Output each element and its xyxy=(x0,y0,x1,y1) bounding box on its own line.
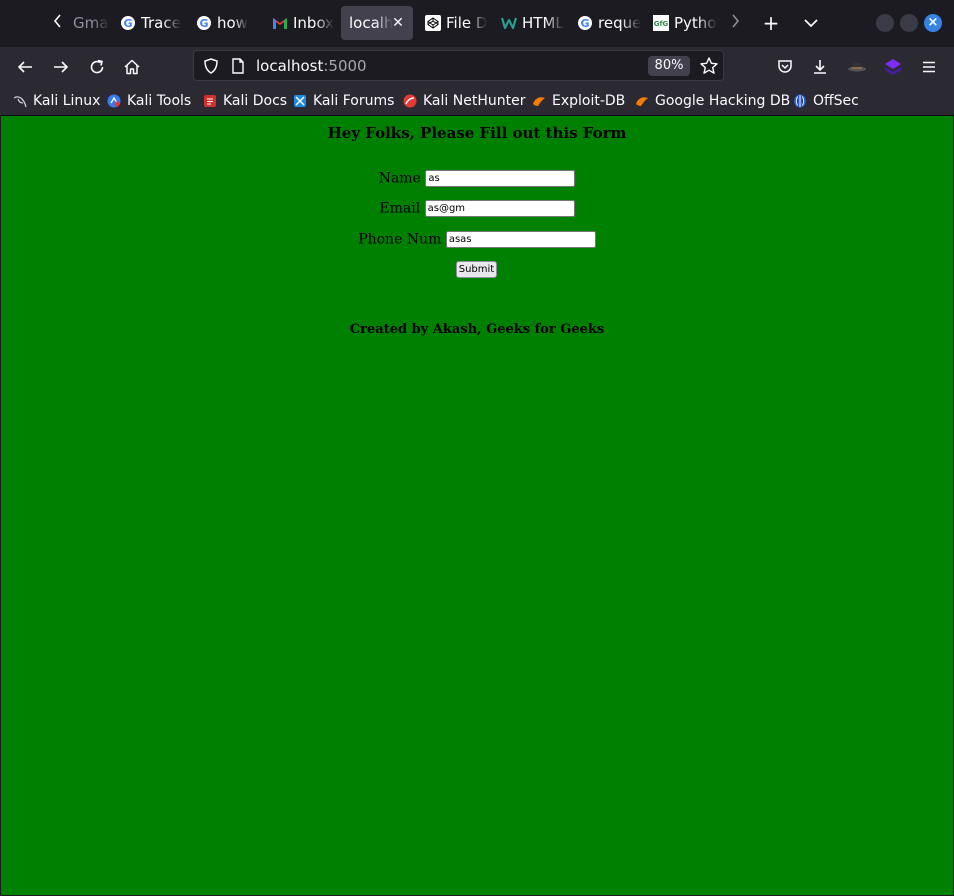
bookmark-star-icon[interactable] xyxy=(699,56,719,76)
minimize-button[interactable] xyxy=(876,14,894,32)
tab-title: Gmai xyxy=(73,14,110,32)
close-window-button[interactable]: × xyxy=(924,14,942,32)
page-info-icon[interactable] xyxy=(229,57,247,75)
phone-label: Phone Num xyxy=(358,231,442,248)
phone-input[interactable] xyxy=(445,231,596,248)
pocket-icon[interactable] xyxy=(773,55,797,79)
home-icon[interactable] xyxy=(120,55,144,79)
gfg-icon: GfG xyxy=(653,15,669,31)
tab-localhost[interactable]: localhost ✕ xyxy=(341,6,413,40)
extension-spy-icon[interactable] xyxy=(845,55,869,79)
forward-arrow-icon[interactable] xyxy=(49,55,73,79)
tab-python[interactable]: GfG Pytho xyxy=(645,6,717,40)
bookmark-kali-forums[interactable]: Kali Forums xyxy=(293,91,394,111)
bookmark-kali-tools[interactable]: Kali Tools xyxy=(107,91,191,111)
kali-tools-icon xyxy=(107,94,121,108)
phone-row: Phone Num xyxy=(1,231,953,248)
tab-title: Inbox xyxy=(293,14,334,32)
ghdb-icon xyxy=(635,94,649,108)
browser-window: Gmai G Trace G how Inbox localhost ✕ xyxy=(0,0,954,896)
tab-title: reque xyxy=(598,14,641,32)
tab-strip: Gmai G Trace G how Inbox localhost ✕ xyxy=(0,0,954,47)
email-label: Email xyxy=(379,200,421,217)
svg-text:G: G xyxy=(199,17,208,30)
maximize-button[interactable] xyxy=(900,14,918,32)
tab-how[interactable]: G how xyxy=(188,6,254,40)
bookmark-label: Kali Forums xyxy=(313,93,395,109)
tab-title: localhost xyxy=(349,14,393,32)
tracking-protection-shield-icon[interactable] xyxy=(202,57,220,75)
nethunter-icon xyxy=(403,94,417,108)
google-icon: G xyxy=(577,15,593,31)
kali-forums-icon xyxy=(293,94,307,108)
name-input[interactable] xyxy=(425,170,576,187)
new-tab-icon[interactable]: + xyxy=(760,12,782,34)
submit-button[interactable]: Submit xyxy=(456,261,497,278)
bookmark-kali-docs[interactable]: Kali Docs xyxy=(203,91,287,111)
kali-docs-icon xyxy=(203,94,217,108)
tab-html[interactable]: HTML xyxy=(493,6,565,40)
bookmark-offsec[interactable]: OffSec xyxy=(793,91,859,111)
bookmark-kali-linux[interactable]: Kali Linux xyxy=(13,91,100,111)
bookmark-label: Exploit-DB xyxy=(552,93,626,109)
bookmark-kali-nethunter[interactable]: Kali NetHunter xyxy=(403,91,525,111)
bookmark-label: Kali Docs xyxy=(223,93,288,109)
url-host: localhost xyxy=(256,57,324,75)
gmail-icon xyxy=(272,15,288,31)
tab-title: Pytho xyxy=(674,14,717,32)
name-label: Name xyxy=(378,170,421,187)
tab-gmail[interactable]: Gmai xyxy=(62,6,110,40)
codepen-icon xyxy=(425,15,441,31)
bookmark-label: Google Hacking DB xyxy=(655,93,791,109)
back-arrow-icon[interactable] xyxy=(13,55,37,79)
bookmarks-toolbar: Kali Linux Kali Tools Kali Docs Kali For… xyxy=(0,87,954,116)
email-input[interactable] xyxy=(424,200,575,217)
kali-icon xyxy=(13,94,27,108)
tab-request[interactable]: G reque xyxy=(569,6,641,40)
page-content: Hey Folks, Please Fill out this Form Nam… xyxy=(1,116,953,895)
tab-file[interactable]: File D xyxy=(417,6,489,40)
zoom-level-button[interactable]: 80% xyxy=(648,56,690,76)
bookmark-google-hacking-db[interactable]: Google Hacking DB xyxy=(635,91,790,111)
tab-title: HTML xyxy=(522,14,564,32)
svg-text:G: G xyxy=(580,17,589,30)
footer-credit: Created by Akash, Geeks for Geeks xyxy=(349,322,605,337)
address-bar[interactable]: localhost:5000 80% xyxy=(193,50,724,81)
list-all-tabs-icon[interactable] xyxy=(800,12,822,34)
extension-purple-icon[interactable] xyxy=(881,55,905,79)
google-icon: G xyxy=(196,15,212,31)
page-heading: Hey Folks, Please Fill out this Form xyxy=(327,124,627,142)
bookmark-label: OffSec xyxy=(813,93,859,109)
tab-title: File D xyxy=(446,14,488,32)
tab-scroll-right-icon[interactable] xyxy=(725,10,745,36)
exploitdb-icon xyxy=(532,94,546,108)
bookmark-label: Kali NetHunter xyxy=(423,93,526,109)
name-row: Name xyxy=(1,170,953,187)
hamburger-menu-icon[interactable] xyxy=(917,55,941,79)
bookmark-exploit-db[interactable]: Exploit-DB xyxy=(532,91,625,111)
google-icon: G xyxy=(120,15,136,31)
tab-blank-icon xyxy=(62,15,68,31)
email-row: Email xyxy=(1,200,953,217)
downloads-icon[interactable] xyxy=(808,55,832,79)
bookmark-label: Kali Tools xyxy=(127,93,192,109)
offsec-icon xyxy=(793,94,807,108)
url-port: :5000 xyxy=(323,57,367,75)
svg-text:GfG: GfG xyxy=(654,20,669,28)
tab-inbox[interactable]: Inbox xyxy=(264,6,334,40)
tab-trace[interactable]: G Trace xyxy=(112,6,182,40)
reload-icon[interactable] xyxy=(85,55,109,79)
tab-title: how xyxy=(217,14,248,32)
bookmark-label: Kali Linux xyxy=(33,93,101,109)
tab-title: Trace xyxy=(141,14,181,32)
close-tab-icon[interactable]: ✕ xyxy=(391,14,405,32)
url-text[interactable]: localhost:5000 xyxy=(256,56,367,76)
navigation-toolbar: localhost:5000 80% xyxy=(0,47,954,87)
w3-icon xyxy=(501,15,517,31)
svg-text:G: G xyxy=(123,17,132,30)
